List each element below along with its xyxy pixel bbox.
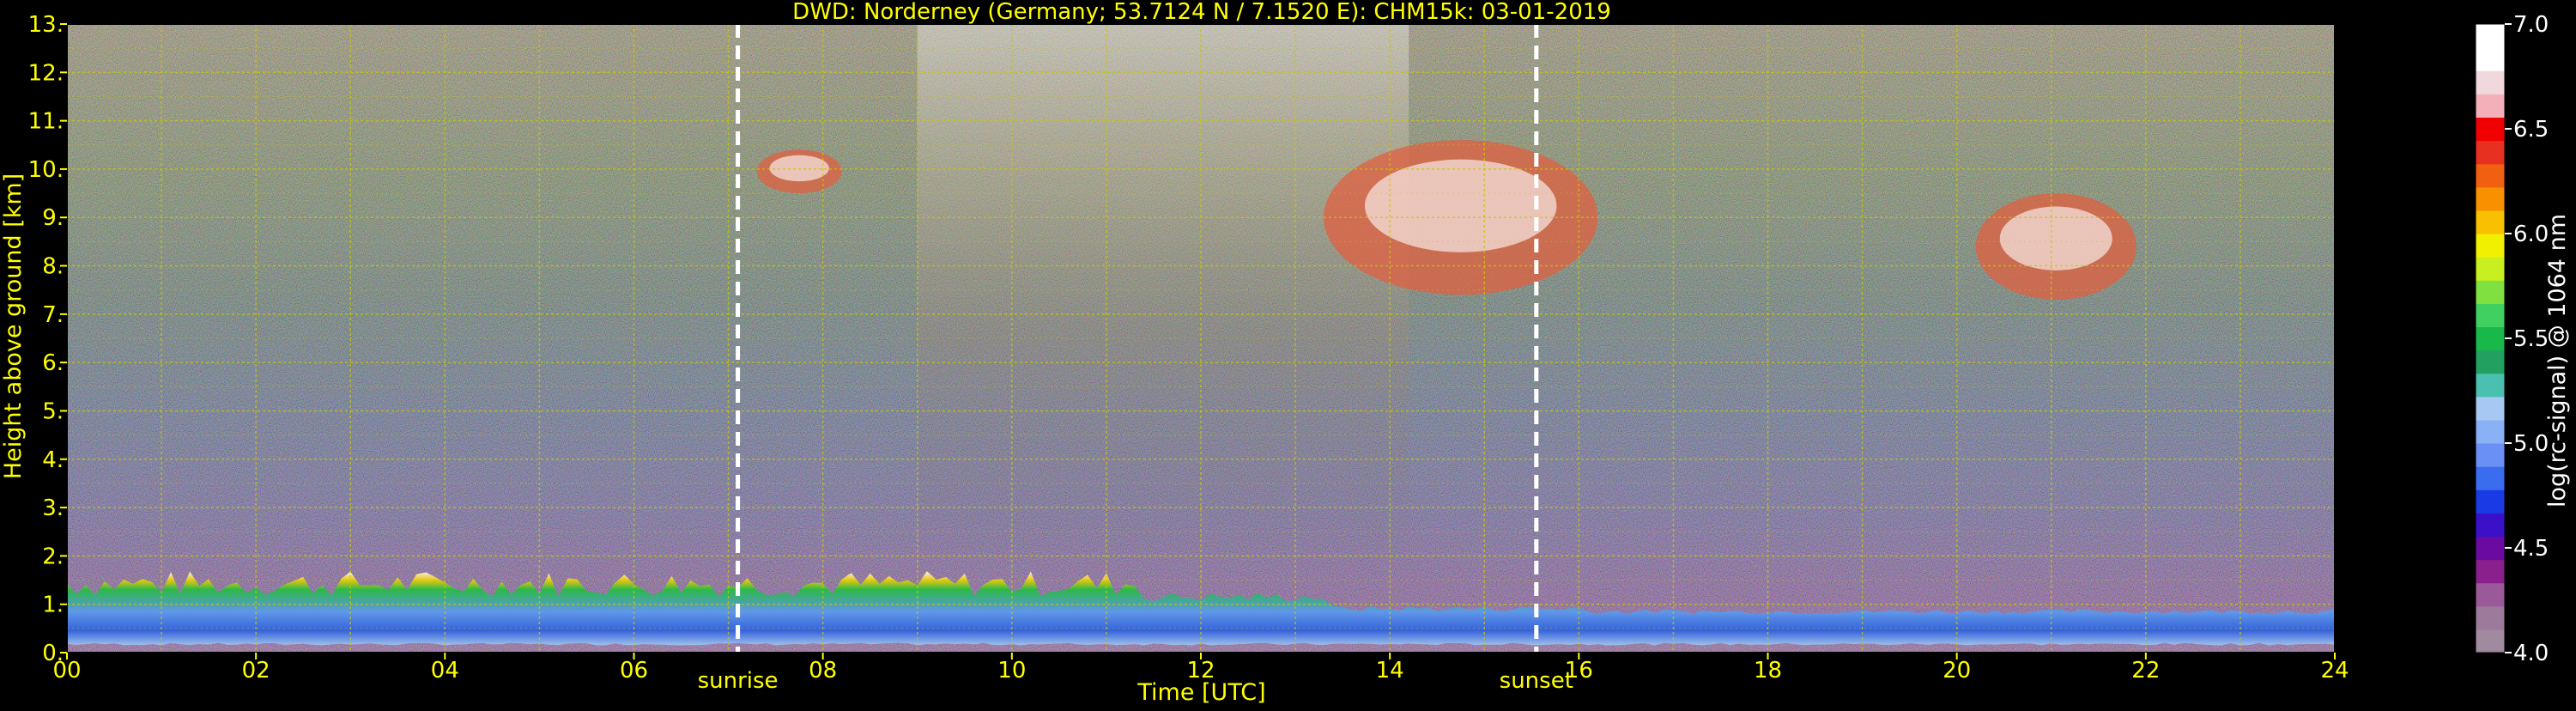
backscatter-plot: sunrise sunset00 02 04 06 08 10 12 14 16 18 20 22 240… [0, 0, 2571, 706]
x-tick-label: 18 [1754, 658, 1782, 684]
x-tick-label: 20 [1943, 658, 1971, 684]
colorbar-segment [2476, 163, 2505, 188]
colorbar-segment [2476, 513, 2505, 538]
x-tick-label: 10 [997, 658, 1026, 684]
y-axis-label: Height above ground [km] [0, 173, 27, 479]
colorbar-segment [2476, 70, 2505, 94]
y-tick-label: 2. [42, 544, 64, 569]
colorbar-tick-label: 6.5 [2513, 117, 2549, 143]
colorbar-segment [2476, 396, 2505, 421]
colorbar-segment [2476, 629, 2505, 653]
y-tick-label: 4. [42, 447, 64, 473]
colorbar-segment [2476, 210, 2505, 234]
colorbar-segment [2476, 373, 2505, 398]
x-tick-label: 04 [431, 658, 459, 684]
sunrise-label: sunrise [698, 668, 779, 694]
colorbar-segment [2476, 605, 2505, 630]
x-tick-label: 14 [1376, 658, 1404, 684]
x-axis-label: Time [UTC] [1136, 679, 1265, 706]
colorbar-segment [2476, 466, 2505, 490]
y-tick-label: 13. [28, 12, 64, 38]
x-tick-label: 24 [2320, 658, 2349, 684]
y-tick-label: 5. [42, 398, 64, 424]
colorbar-segment [2476, 24, 2505, 48]
colorbar-tick-label: 4.5 [2513, 536, 2549, 562]
colorbar-segment [2476, 326, 2505, 351]
y-tick-label: 9. [42, 205, 64, 231]
ceilometer-figure: sunrise sunset 00 02 04 06 08 10 12 14 16 18 20 22 24 0… [0, 0, 2576, 708]
y-tick-label: 11. [28, 109, 64, 135]
colorbar-segment [2476, 140, 2505, 165]
x-tick-label: 08 [809, 658, 837, 684]
colorbar-segment [2476, 536, 2505, 561]
cirrus-core [1364, 159, 1557, 252]
x-tick-label: 02 [242, 658, 270, 684]
colorbar-segment [2476, 489, 2505, 514]
colorbar-segment [2476, 582, 2505, 607]
y-tick-label: 8. [42, 254, 64, 280]
colorbar-segment [2476, 303, 2505, 328]
colorbar-label: log(rc-signal) @ 1064 nm [2544, 214, 2571, 507]
cirrus-core [1999, 206, 2112, 270]
x-tick-label: 06 [620, 658, 648, 684]
y-tick-label: 1. [42, 592, 64, 618]
plot-area [66, 23, 2336, 653]
x-tick-label: 16 [1565, 658, 1593, 684]
colorbar-segment [2476, 257, 2505, 281]
x-tick-label: 22 [2131, 658, 2160, 684]
chart-title: DWD: Norderney (Germany; 53.7124 N / 7.1… [792, 0, 1611, 25]
colorbar-tick-label: 4.0 [2513, 641, 2549, 666]
colorbar-segment [2476, 280, 2505, 304]
y-tick-label: 12. [28, 60, 64, 86]
y-tick-label: 7. [42, 302, 64, 328]
daytime-noise-plume [917, 24, 1409, 575]
colorbar-segment [2476, 117, 2505, 142]
y-tick-label: 10. [28, 157, 64, 183]
sunset-label: sunset [1500, 668, 1573, 694]
colorbar-segment [2476, 234, 2505, 258]
colorbar-segment [2476, 94, 2505, 118]
y-tick-label: 0. [42, 641, 64, 666]
colorbar-segment [2476, 186, 2505, 211]
y-tick-label: 6. [42, 350, 64, 376]
cirrus-core [769, 155, 829, 182]
colorbar-segment [2476, 349, 2505, 374]
colorbar-segment [2476, 47, 2505, 71]
colorbar-segment [2476, 559, 2505, 584]
colorbar-tick-label: 7.0 [2513, 12, 2549, 38]
colorbar: 4.04.55.05.56.06.57.0 [2475, 12, 2549, 666]
colorbar-segment [2476, 419, 2505, 444]
y-tick-label: 3. [42, 495, 64, 521]
colorbar-segment [2476, 443, 2505, 467]
